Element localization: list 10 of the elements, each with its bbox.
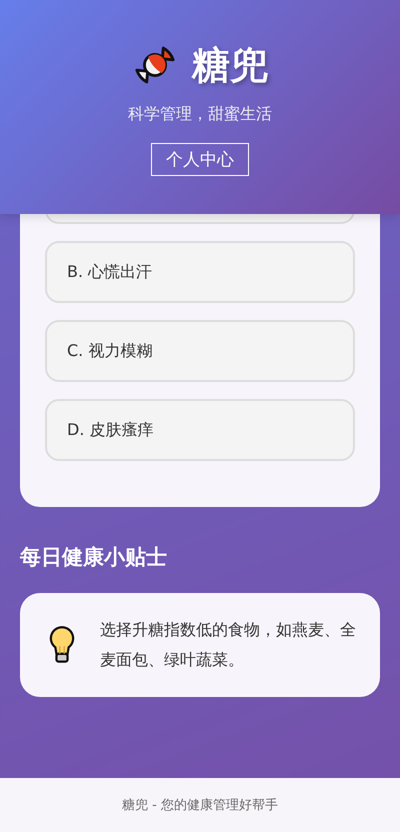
answer-option[interactable]: C. 视力模糊: [45, 320, 355, 382]
footer-text: 糖兜 - 您的健康管理好帮手: [122, 797, 278, 814]
app-title: 糖兜: [192, 42, 268, 89]
section-heading: 每日健康小贴士: [20, 544, 168, 571]
tagline: 科学管理，甜蜜生活: [128, 104, 272, 125]
answer-option[interactable]: D. 皮肤瘙痒: [45, 399, 355, 461]
tip-text: 选择升糖指数低的食物，如燕麦、全麦面包、绿叶蔬菜。: [100, 619, 356, 671]
lightbulb-icon: [48, 625, 76, 665]
answer-option[interactable]: B. 心慌出汗: [45, 241, 355, 303]
profile-button[interactable]: 个人中心: [151, 143, 249, 176]
